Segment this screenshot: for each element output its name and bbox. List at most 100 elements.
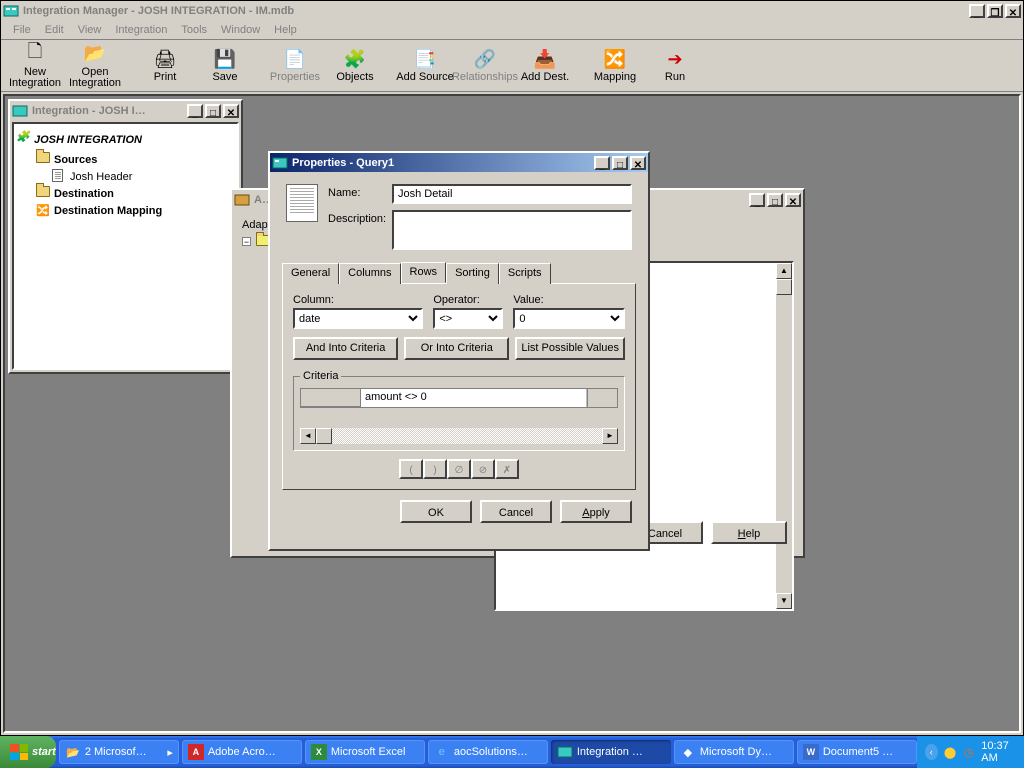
- tray-shield-icon[interactable]: ⬤: [944, 744, 957, 760]
- tab-rows[interactable]: Rows: [401, 262, 447, 283]
- tab-sorting[interactable]: Sorting: [446, 263, 499, 284]
- menu-tools[interactable]: Tools: [175, 22, 213, 38]
- minimize-button[interactable]: _: [969, 4, 985, 18]
- adapter-help-button[interactable]: Help: [711, 521, 787, 544]
- operator-select[interactable]: <>: [433, 308, 503, 329]
- operator-label: Operator:: [433, 294, 503, 306]
- criteria-grid[interactable]: amount <> 0: [300, 388, 618, 408]
- properties-dialog: Properties - Query1 _ □ ✕ Name: Descript…: [268, 151, 650, 551]
- and-into-criteria-button[interactable]: And Into Criteria: [293, 337, 398, 360]
- clear-all-button[interactable]: ⊘: [471, 459, 495, 479]
- app-titlebar: Integration Manager - JOSH INTEGRATION -…: [1, 1, 1023, 20]
- apply-button[interactable]: Apply: [560, 500, 632, 523]
- taskbar-item-aocsolutions[interactable]: eaocSolutions…: [428, 740, 548, 764]
- app-icon: [3, 3, 19, 19]
- tab-scripts[interactable]: Scripts: [499, 263, 551, 284]
- paren-open-button[interactable]: (: [399, 459, 423, 479]
- toolbar: 🗋New Integration 📂Open Integration 🖨Prin…: [1, 40, 1023, 92]
- tree-close-button[interactable]: ✕: [223, 104, 239, 118]
- menu-view[interactable]: View: [72, 22, 108, 38]
- taskbar-item-integration[interactable]: Integration …: [551, 740, 671, 764]
- scroll-track[interactable]: [332, 428, 602, 444]
- properties-title: Properties - Query1: [288, 157, 592, 169]
- tool-objects[interactable]: 🧩Objects: [325, 42, 385, 90]
- tree-leaf-josh-header[interactable]: Josh Header: [18, 169, 233, 185]
- menu-help[interactable]: Help: [268, 22, 303, 38]
- chevron-icon: ▸: [167, 746, 173, 759]
- menu-window[interactable]: Window: [215, 22, 266, 38]
- folder-stack-icon: 📂: [65, 744, 81, 760]
- tree-node-sources[interactable]: Sources: [18, 152, 233, 168]
- taskbar-item-microsoft-group[interactable]: 📂2 Microsof… ▸: [59, 740, 179, 764]
- list-possible-values-button[interactable]: List Possible Values: [515, 337, 625, 360]
- properties-body: Name: Description: General Columns Rows: [272, 174, 646, 547]
- integration-icon: [557, 744, 573, 760]
- tray-expand-icon[interactable]: ‹: [925, 744, 938, 760]
- tree-node-dest-mapping[interactable]: 🔀Destination Mapping: [18, 203, 233, 219]
- description-label: Description:: [328, 210, 392, 225]
- criteria-cell[interactable]: amount <> 0: [361, 389, 587, 407]
- tab-body-rows: Column: date Operator: <> Value: 0: [282, 283, 636, 490]
- menu-edit[interactable]: Edit: [39, 22, 70, 38]
- name-input[interactable]: [392, 184, 632, 204]
- scroll-thumb[interactable]: [776, 279, 792, 295]
- tree-maximize-button[interactable]: □: [205, 104, 221, 118]
- printer-icon: 🖨: [153, 48, 177, 70]
- taskbar-item-adobe[interactable]: AAdobe Acro…: [182, 740, 302, 764]
- taskbar-item-word[interactable]: WDocument5 …: [797, 740, 917, 764]
- scroll-right-icon[interactable]: ►: [602, 428, 618, 444]
- properties-close-button[interactable]: ✕: [630, 156, 646, 170]
- scroll-left-icon[interactable]: ◄: [300, 428, 316, 444]
- tray-clock[interactable]: 10:37 AM: [981, 740, 1018, 764]
- scroll-down-icon[interactable]: ▼: [776, 593, 792, 609]
- menu-integration[interactable]: Integration: [109, 22, 173, 38]
- taskbar-item-dynamics[interactable]: ◆Microsoft Dy…: [674, 740, 794, 764]
- tool-run[interactable]: ➔Run: [645, 42, 705, 90]
- tool-add-dest[interactable]: 📥Add Dest.: [515, 42, 575, 90]
- adapter-scrollbar[interactable]: ▲ ▼: [776, 263, 792, 609]
- tool-print[interactable]: 🖨Print: [135, 42, 195, 90]
- scroll-up-icon[interactable]: ▲: [776, 263, 792, 279]
- tree-minimize-button[interactable]: _: [187, 104, 203, 118]
- mapping-folder-icon: 🔀: [36, 203, 52, 219]
- tool-add-source[interactable]: 📑Add Source: [395, 42, 455, 90]
- save-icon: 💾: [213, 48, 237, 70]
- adapter-close-button[interactable]: ✕: [785, 193, 801, 207]
- tree-root[interactable]: 🧩JOSH INTEGRATION: [18, 128, 233, 152]
- paren-close-button[interactable]: ): [423, 459, 447, 479]
- or-into-criteria-button[interactable]: Or Into Criteria: [404, 337, 509, 360]
- taskbar-item-excel[interactable]: XMicrosoft Excel: [305, 740, 425, 764]
- ok-button[interactable]: OK: [400, 500, 472, 523]
- adapter-maximize-button[interactable]: □: [767, 193, 783, 207]
- value-select[interactable]: 0: [513, 308, 625, 329]
- tool-new-integration[interactable]: 🗋New Integration: [5, 42, 65, 90]
- adapter-window-icon: [234, 192, 250, 208]
- tool-save[interactable]: 💾Save: [195, 42, 255, 90]
- delete-criteria-button[interactable]: ✗: [495, 459, 519, 479]
- column-select[interactable]: date: [293, 308, 423, 329]
- tab-general[interactable]: General: [282, 263, 339, 284]
- tab-columns[interactable]: Columns: [339, 263, 400, 284]
- properties-maximize-button[interactable]: □: [612, 156, 628, 170]
- criteria-hscroll[interactable]: ◄ ►: [300, 428, 618, 444]
- menu-file[interactable]: File: [7, 22, 37, 38]
- tool-mapping[interactable]: 🔀Mapping: [585, 42, 645, 90]
- adapter-tree-collapse-icon[interactable]: −: [242, 237, 251, 246]
- properties-titlebar[interactable]: Properties - Query1 _ □ ✕: [270, 153, 648, 172]
- restore-button[interactable]: ❐: [987, 4, 1003, 18]
- criteria-row-header[interactable]: [301, 389, 361, 407]
- start-button[interactable]: start: [0, 736, 56, 768]
- app-title: Integration Manager - JOSH INTEGRATION -…: [19, 5, 967, 17]
- cancel-button[interactable]: Cancel: [480, 500, 552, 523]
- scroll-thumb-h[interactable]: [316, 428, 332, 444]
- folder-icon: [36, 186, 52, 202]
- properties-minimize-button[interactable]: _: [594, 156, 610, 170]
- adapter-minimize-button[interactable]: _: [749, 193, 765, 207]
- tray-clock-icon[interactable]: ◷: [962, 744, 975, 760]
- clear-one-button[interactable]: ∅: [447, 459, 471, 479]
- tree-node-destination[interactable]: Destination: [18, 186, 233, 202]
- tool-open-integration[interactable]: 📂Open Integration: [65, 42, 125, 90]
- description-input[interactable]: [392, 210, 632, 250]
- add-source-icon: 📑: [413, 48, 437, 70]
- close-button[interactable]: ✕: [1005, 4, 1021, 18]
